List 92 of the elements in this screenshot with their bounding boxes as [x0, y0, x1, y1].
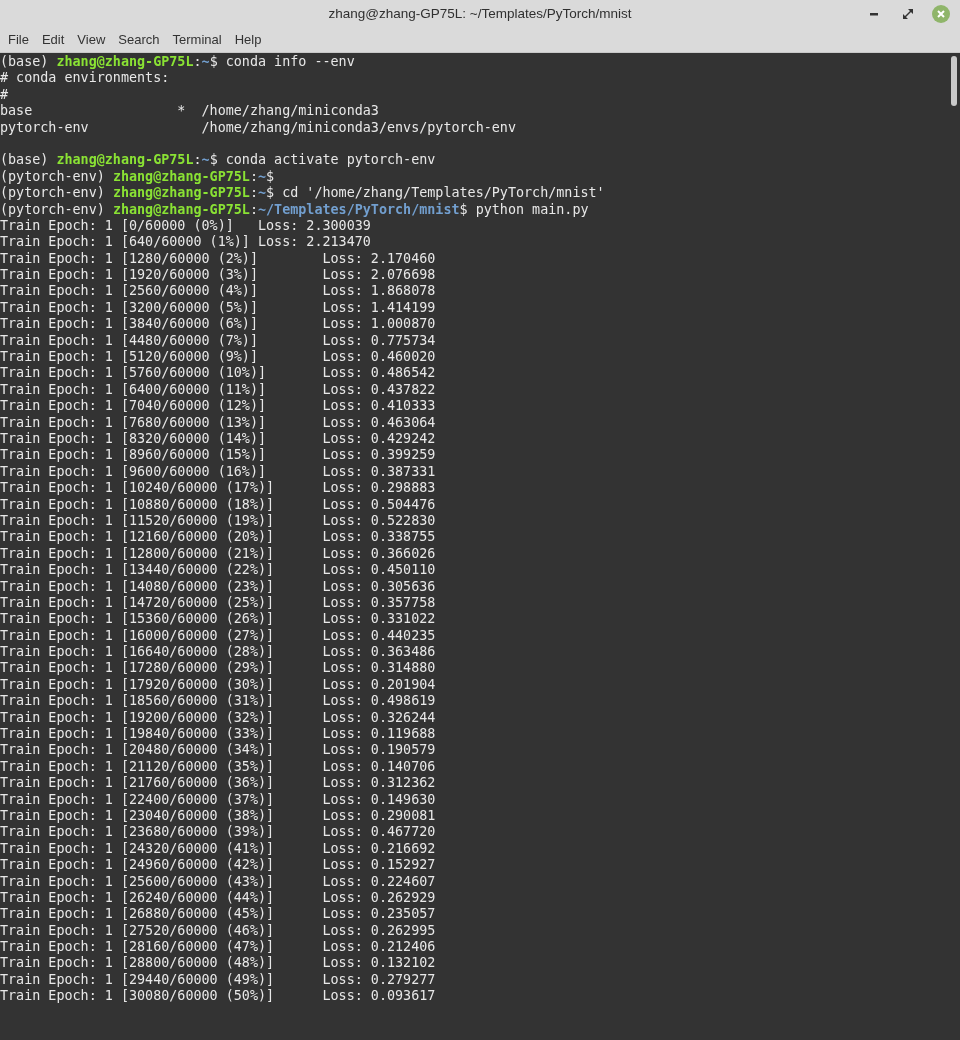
prompt-env: (pytorch-env)	[0, 201, 105, 217]
prompt-separator: :	[193, 152, 202, 168]
command-text: conda activate pytorch-env	[225, 152, 436, 168]
output-line: Train Epoch: 1 [18560/60000 (31%)] Loss: 0.498619	[0, 693, 436, 709]
output-line: Train Epoch: 1 [21760/60000 (36%)] Loss: 0.312362	[0, 775, 436, 791]
output-line: Train Epoch: 1 [29440/60000 (49%)] Loss: 0.279277	[0, 971, 436, 987]
output-line: Train Epoch: 1 [19840/60000 (33%)] Loss: 0.119688	[0, 726, 436, 741]
prompt-path: ~	[201, 152, 210, 168]
output-line: Train Epoch: 1 [0/60000 (0%)] Loss: 2.300039	[0, 217, 371, 233]
prompt-path: ~/Templates/PyTorch/mnist	[258, 201, 460, 217]
prompt-separator: :	[249, 185, 258, 201]
prompt-symbol: $	[209, 54, 218, 69]
window-title: zhang@zhang-GP75L: ~/Templates/PyTorch/mnist	[328, 4, 632, 23]
prompt-separator: :	[249, 201, 258, 217]
output-line: pytorch-env /home/zhang/miniconda3/envs/pytorch-env	[0, 119, 516, 135]
output-line: Train Epoch: 1 [1280/60000 (2%)] Loss: 2.170460	[0, 250, 436, 266]
output-line: Train Epoch: 1 [640/60000 (1%)] Loss: 2.213470	[0, 234, 371, 250]
output-line: Train Epoch: 1 [12160/60000 (20%)] Loss: 0.338755	[0, 529, 436, 545]
output-line: Train Epoch: 1 [20480/60000 (34%)] Loss: 0.190579	[0, 742, 436, 758]
expand-arrows-icon	[903, 9, 913, 19]
output-line: Train Epoch: 1 [19200/60000 (32%)] Loss: 0.326244	[0, 709, 436, 725]
command-text: cd '/home/zhang/Templates/PyTorch/mnist'	[282, 185, 605, 201]
output-line: Train Epoch: 1 [26240/60000 (44%)] Loss: 0.262929	[0, 889, 436, 905]
output-line: Train Epoch: 1 [28800/60000 (48%)] Loss: 0.132102	[0, 955, 436, 971]
output-line: Train Epoch: 1 [9600/60000 (16%)] Loss: 0.387331	[0, 463, 436, 479]
output-line: Train Epoch: 1 [7040/60000 (12%)] Loss: 0.410333	[0, 398, 436, 414]
output-line: Train Epoch: 1 [16640/60000 (28%)] Loss: 0.363486	[0, 644, 436, 660]
output-line: Train Epoch: 1 [13440/60000 (22%)] Loss: 0.450110	[0, 562, 436, 578]
output-line: Train Epoch: 1 [5760/60000 (10%)] Loss: 0.486542	[0, 365, 436, 381]
command-text: python main.py	[475, 201, 589, 217]
prompt-symbol: $	[459, 201, 468, 217]
menu-item[interactable]: View	[71, 30, 112, 50]
prompt-env: (base)	[0, 54, 49, 69]
scrollbar-thumb[interactable]	[951, 56, 957, 106]
output-line: Train Epoch: 1 [4480/60000 (7%)] Loss: 0.775734	[0, 332, 436, 348]
prompt-env: (pytorch-env)	[0, 185, 105, 201]
output-line: Train Epoch: 1 [8960/60000 (15%)] Loss: 0.399259	[0, 447, 436, 463]
output-line: Train Epoch: 1 [7680/60000 (13%)] Loss: 0.463064	[0, 414, 436, 430]
prompt-user-host: zhang@zhang-GP75L	[56, 152, 194, 168]
output-line: Train Epoch: 1 [26880/60000 (45%)] Loss: 0.235057	[0, 906, 436, 922]
output-line: Train Epoch: 1 [24960/60000 (42%)] Loss: 0.152927	[0, 857, 436, 873]
output-line: Train Epoch: 1 [24320/60000 (41%)] Loss: 0.216692	[0, 840, 436, 856]
close-icon	[937, 10, 945, 18]
output-line: Train Epoch: 1 [23680/60000 (39%)] Loss: 0.467720	[0, 824, 436, 840]
prompt-user-host: zhang@zhang-GP75L	[56, 54, 194, 69]
prompt-user-host: zhang@zhang-GP75L	[112, 168, 250, 184]
output-line: Train Epoch: 1 [10880/60000 (18%)] Loss: 0.504476	[0, 496, 436, 512]
output-line: Train Epoch: 1 [5120/60000 (9%)] Loss: 0.460020	[0, 349, 436, 365]
menu-item[interactable]: Help	[228, 30, 268, 50]
output-line: Train Epoch: 1 [2560/60000 (4%)] Loss: 1.868078	[0, 283, 436, 299]
prompt-path: ~	[258, 168, 267, 184]
output-line: Train Epoch: 1 [27520/60000 (46%)] Loss: 0.262995	[0, 922, 436, 938]
output-line: Train Epoch: 1 [14080/60000 (23%)] Loss: 0.305636	[0, 578, 436, 594]
prompt-symbol: $	[266, 185, 275, 201]
prompt-user-host: zhang@zhang-GP75L	[112, 185, 250, 201]
prompt-symbol: $	[266, 168, 275, 184]
output-line: Train Epoch: 1 [8320/60000 (14%)] Loss: 0.429242	[0, 431, 436, 446]
output-line: Train Epoch: 1 [14720/60000 (25%)] Loss: 0.357758	[0, 594, 436, 610]
output-line: Train Epoch: 1 [11520/60000 (19%)] Loss: 0.522830	[0, 512, 436, 528]
output-line: Train Epoch: 1 [17280/60000 (29%)] Loss: 0.314880	[0, 660, 436, 676]
command-text: conda info --env	[225, 54, 355, 69]
output-line: Train Epoch: 1 [23040/60000 (38%)] Loss: 0.290081	[0, 807, 436, 823]
prompt-env: (pytorch-env)	[0, 168, 105, 184]
menu-item[interactable]: Edit	[35, 30, 71, 50]
output-line: Train Epoch: 1 [16000/60000 (27%)] Loss: 0.440235	[0, 627, 436, 643]
prompt-path: ~	[258, 185, 267, 201]
output-line: Train Epoch: 1 [30080/60000 (50%)] Loss: 0.093617	[0, 988, 436, 1004]
menu-item[interactable]: Terminal	[166, 30, 228, 50]
output-line: Train Epoch: 1 [21120/60000 (35%)] Loss: 0.140706	[0, 758, 436, 774]
prompt-path: ~	[201, 54, 210, 69]
menu-item[interactable]: File	[2, 30, 35, 50]
prompt-separator: :	[193, 54, 202, 69]
output-line: Train Epoch: 1 [6400/60000 (11%)] Loss: 0.437822	[0, 381, 436, 397]
output-line: Train Epoch: 1 [12800/60000 (21%)] Loss: 0.366026	[0, 545, 436, 561]
output-line: Train Epoch: 1 [22400/60000 (37%)] Loss: 0.149630	[0, 791, 436, 807]
minimize-icon	[870, 12, 878, 16]
output-line: Train Epoch: 1 [3840/60000 (6%)] Loss: 1.000870	[0, 316, 436, 332]
output-line: Train Epoch: 1 [15360/60000 (26%)] Loss: 0.331022	[0, 611, 436, 627]
output-line: Train Epoch: 1 [3200/60000 (5%)] Loss: 1.414199	[0, 299, 436, 315]
prompt-symbol: $	[209, 152, 218, 168]
menu-item[interactable]: Search	[112, 30, 166, 50]
output-line: Train Epoch: 1 [1920/60000 (3%)] Loss: 2.076698	[0, 267, 436, 283]
output-line: Train Epoch: 1 [10240/60000 (17%)] Loss: 0.298883	[0, 480, 436, 496]
output-line: #	[0, 86, 9, 102]
output-line: Train Epoch: 1 [28160/60000 (47%)] Loss: 0.212406	[0, 939, 436, 955]
prompt-env: (base)	[0, 152, 49, 168]
output-line: # conda environments:	[0, 70, 170, 86]
prompt-user-host: zhang@zhang-GP75L	[112, 201, 250, 217]
output-line: Train Epoch: 1 [25600/60000 (43%)] Loss: 0.224607	[0, 873, 436, 889]
output-line: Train Epoch: 1 [17920/60000 (30%)] Loss: 0.201904	[0, 676, 436, 692]
prompt-separator: :	[249, 168, 258, 184]
output-line: base * /home/zhang/miniconda3	[0, 103, 379, 119]
